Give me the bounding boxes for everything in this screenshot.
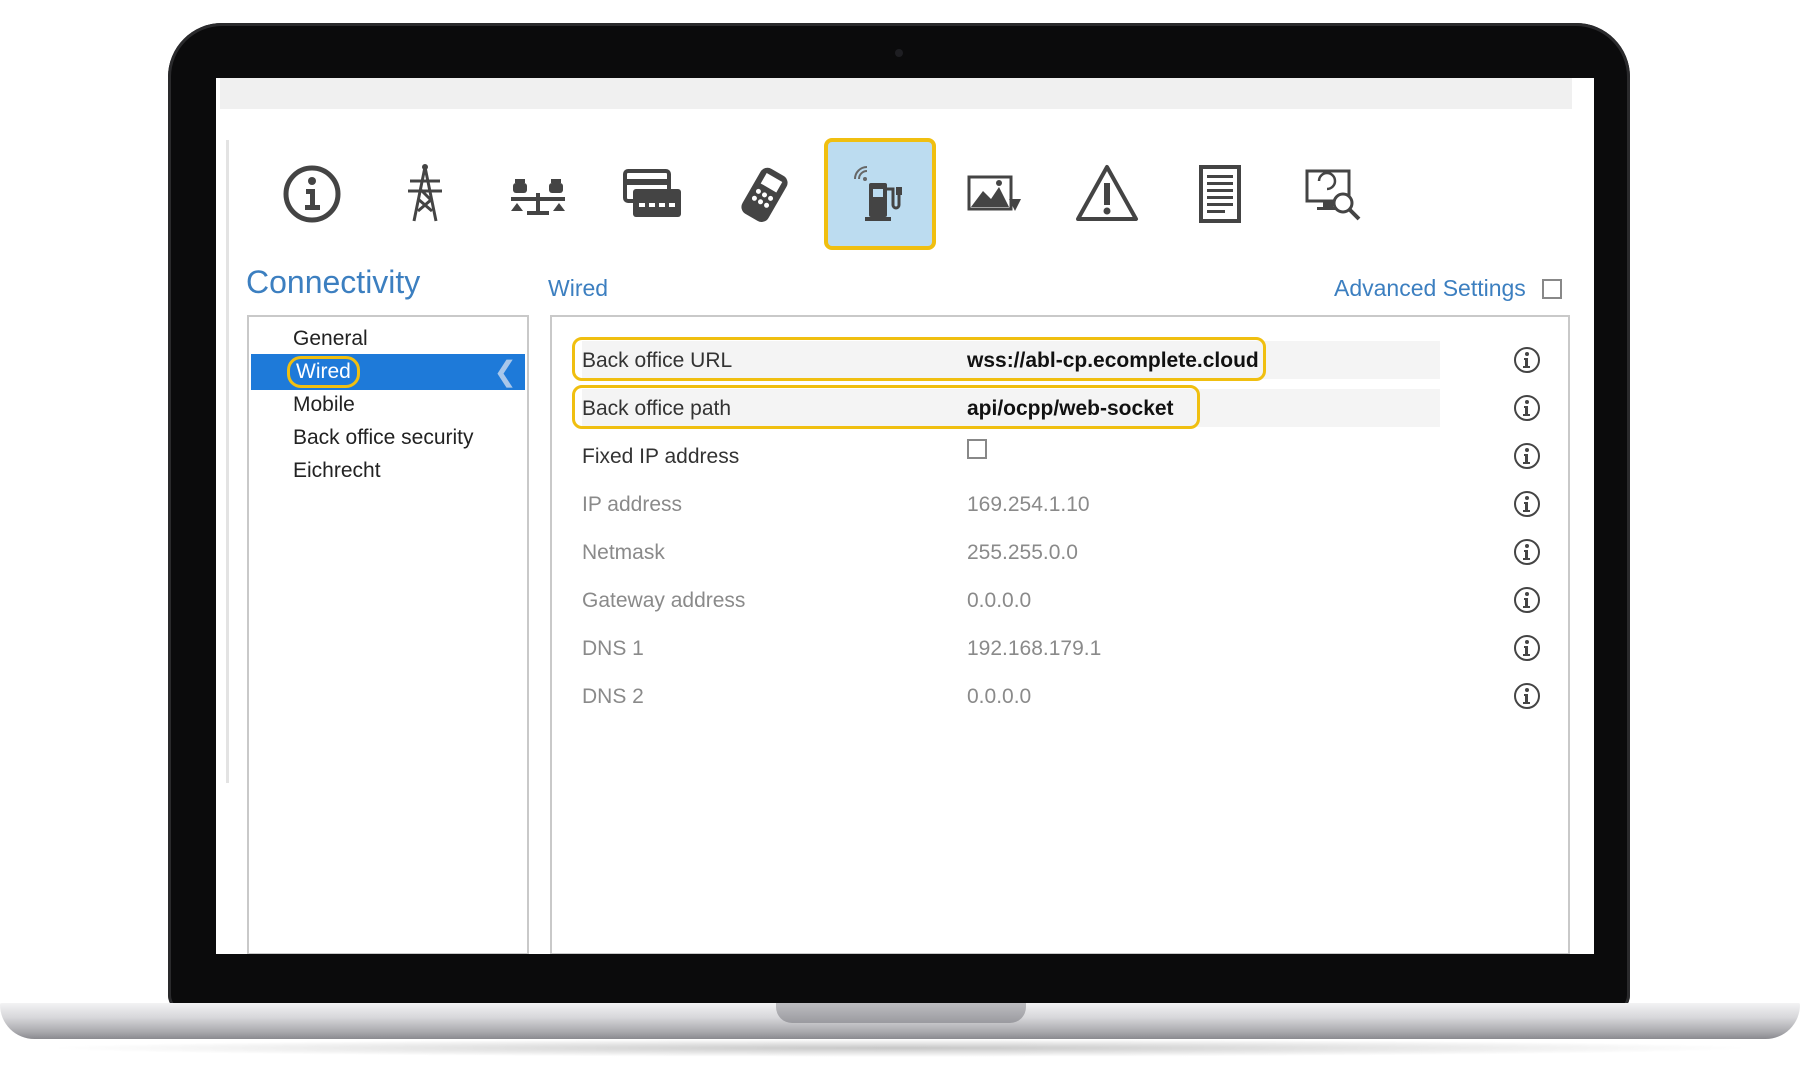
dns2-label: DNS 2 — [582, 685, 644, 708]
top-bar — [220, 78, 1572, 109]
info-icon[interactable] — [1512, 345, 1542, 375]
card-reader-icon[interactable] — [596, 138, 708, 250]
dns2-row: DNS 2 0.0.0.0 — [552, 677, 1568, 717]
laptop-base-notch — [776, 1003, 1026, 1023]
sidebar: General Wired ❮ Mobile Back office secur… — [247, 315, 529, 954]
charging-station-icon[interactable] — [824, 138, 936, 250]
gateway-field[interactable]: 0.0.0.0 — [967, 589, 1031, 613]
warning-icon[interactable] — [1051, 138, 1163, 250]
back-office-path-label: Back office path — [582, 397, 732, 420]
fixed-ip-label: Fixed IP address — [582, 445, 740, 468]
netmask-label: Netmask — [582, 541, 665, 564]
camera — [895, 49, 903, 57]
netmask-field[interactable]: 255.255.0.0 — [967, 541, 1078, 565]
back-office-url-input[interactable]: wss://abl-cp.ecomplete.cloud — [967, 349, 1259, 373]
sidebar-item-eichrecht[interactable]: Eichrecht — [251, 453, 525, 489]
sidebar-item-wired[interactable]: Wired ❮ — [251, 354, 525, 390]
sidebar-item-label: Back office security — [293, 426, 474, 449]
dns2-field[interactable]: 0.0.0.0 — [967, 685, 1031, 709]
sidebar-item-label: Mobile — [293, 393, 355, 416]
info-icon[interactable] — [1512, 489, 1542, 519]
fixed-ip-checkbox[interactable] — [967, 439, 987, 459]
settings-panel: Back office URL wss://abl-cp.ecomplete.c… — [550, 315, 1570, 954]
back-office-path-input[interactable]: api/ocpp/web-socket — [967, 397, 1174, 421]
monitor-search-icon[interactable] — [1278, 138, 1390, 250]
netmask-row: Netmask 255.255.0.0 — [552, 533, 1568, 573]
document-icon[interactable] — [1164, 138, 1276, 250]
sidebar-item-general[interactable]: General — [251, 321, 525, 357]
back-office-url-row: Back office URL wss://abl-cp.ecomplete.c… — [552, 337, 1568, 381]
info-icon[interactable] — [1512, 633, 1542, 663]
gateway-label: Gateway address — [582, 589, 746, 612]
dns1-row: DNS 1 192.168.179.1 — [552, 629, 1568, 669]
info-icon[interactable] — [1512, 681, 1542, 711]
section-title: Wired — [548, 275, 609, 301]
load-balance-icon[interactable] — [482, 138, 594, 250]
dns1-label: DNS 1 — [582, 637, 644, 660]
gateway-row: Gateway address 0.0.0.0 — [552, 581, 1568, 621]
info-icon[interactable] — [1512, 441, 1542, 471]
screen: Connectivity Wired Advanced Settings Gen… — [216, 78, 1594, 954]
sidebar-item-back-office-security[interactable]: Back office security — [251, 420, 525, 456]
power-pylon-icon[interactable] — [369, 138, 481, 250]
laptop-shadow — [40, 1039, 1760, 1057]
left-edge — [226, 140, 229, 783]
info-icon[interactable] — [1512, 585, 1542, 615]
image-arrow-icon[interactable] — [938, 138, 1050, 250]
advanced-settings-label: Advanced Settings — [1334, 275, 1526, 301]
page-title: Connectivity — [246, 264, 421, 300]
ip-address-label: IP address — [582, 493, 683, 516]
sidebar-item-mobile[interactable]: Mobile — [251, 387, 525, 423]
payment-terminal-icon[interactable] — [709, 138, 821, 250]
info-icon[interactable] — [1512, 393, 1542, 423]
ip-address-row: IP address 169.254.1.10 — [552, 485, 1568, 525]
advanced-settings[interactable]: Advanced Settings — [1334, 275, 1562, 302]
fixed-ip-row: Fixed IP address — [552, 437, 1568, 477]
sidebar-item-label: General — [293, 327, 368, 350]
info-icon[interactable] — [1512, 537, 1542, 567]
back-office-url-label: Back office URL — [582, 349, 733, 372]
info-icon[interactable] — [256, 138, 368, 250]
advanced-settings-checkbox[interactable] — [1541, 278, 1562, 299]
back-office-path-row: Back office path api/ocpp/web-socket — [552, 385, 1568, 429]
ip-address-field[interactable]: 169.254.1.10 — [967, 493, 1090, 517]
sidebar-item-label: Wired — [287, 356, 360, 388]
dns1-field[interactable]: 192.168.179.1 — [967, 637, 1101, 661]
sidebar-item-label: Eichrecht — [293, 459, 381, 482]
chevron-left-icon: ❮ — [493, 356, 517, 387]
